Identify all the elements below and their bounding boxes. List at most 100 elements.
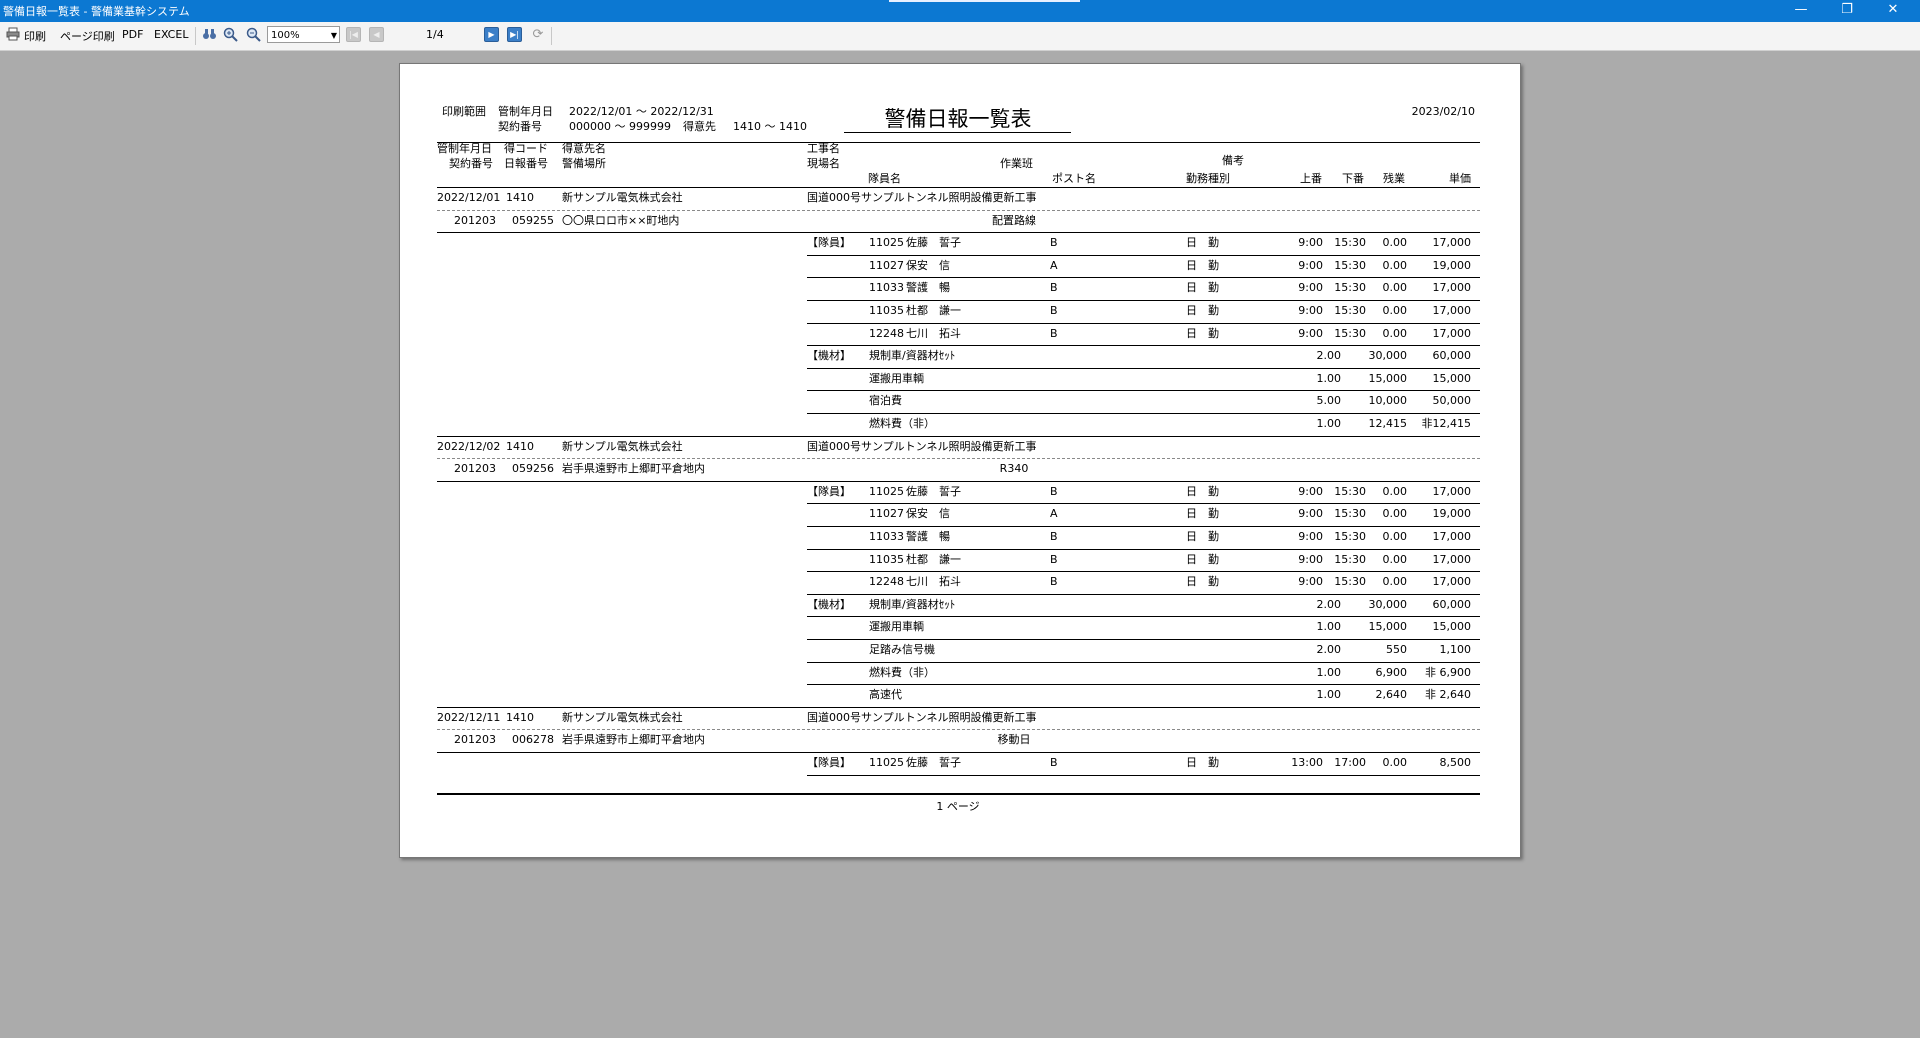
member-post: B <box>1050 236 1058 250</box>
minimize-button[interactable]: — <box>1778 0 1824 22</box>
member-end: 15:30 <box>1334 530 1366 543</box>
equipment-name: 宿泊費 <box>869 394 902 408</box>
equipment-amount: 60,000 <box>1432 349 1472 363</box>
equipment-row-rule <box>807 390 1480 392</box>
member-post: B <box>1050 552 1058 566</box>
header-top-rule <box>437 142 1480 143</box>
excel-button[interactable]: EXCEL <box>154 28 188 41</box>
group-location: 〇〇県ロロ市××町地内 <box>562 213 680 227</box>
member-name: 佐藤 誓子 <box>906 236 961 250</box>
group-rule <box>437 706 1480 708</box>
member-name: 杜都 謙一 <box>906 552 961 566</box>
member-end: 15:30 <box>1334 484 1366 498</box>
member-end: 17:00 <box>1334 756 1366 769</box>
report-page: 印刷範囲 管制年月日 2022/12/01 ～ 2022/12/31 契約番号 … <box>399 63 1521 858</box>
window-title: 警備日報一覧表 - 警備業基幹システム <box>3 5 190 18</box>
equipment-unit-price: 15,000 <box>1368 371 1408 385</box>
group-date: 2022/12/11 <box>437 710 501 724</box>
print-button[interactable]: 印刷 <box>24 28 46 44</box>
group-contract-no: 201203 <box>454 733 496 747</box>
member-row-rule <box>807 526 1480 527</box>
member-row-rule <box>807 548 1480 550</box>
zoom-out-icon[interactable] <box>245 27 261 43</box>
equipment-qty: 1.00 <box>1316 417 1342 430</box>
member-work-type: 日 勤 <box>1186 258 1219 272</box>
equipment-qty: 2.00 <box>1316 643 1342 656</box>
member-name: 警護 暢 <box>906 281 950 295</box>
member-unit-price: 17,000 <box>1432 236 1472 250</box>
equipment-qty: 1.00 <box>1316 371 1342 385</box>
equipment-unit-price: 12,415 <box>1368 417 1408 430</box>
first-page-icon[interactable]: |◀ <box>346 27 361 42</box>
printer-icon[interactable] <box>5 27 21 43</box>
last-page-icon[interactable]: ▶| <box>507 27 522 42</box>
zoom-select[interactable]: 100% ▼ <box>267 26 340 43</box>
group-customer-code: 1410 <box>506 191 534 204</box>
member-category: 【隊員】 <box>807 236 851 250</box>
member-id: 11033 <box>869 281 904 295</box>
member-name: 佐藤 誓子 <box>906 756 961 769</box>
member-name: 警護 暢 <box>906 530 950 543</box>
footer-rule <box>437 793 1480 795</box>
equipment-qty: 1.00 <box>1316 688 1342 702</box>
member-work-type: 日 勤 <box>1186 326 1219 340</box>
member-start: 9:00 <box>1298 326 1323 340</box>
toolbar-separator <box>195 27 196 45</box>
header-unit-price: 単価 <box>1449 172 1471 185</box>
close-button[interactable]: ✕ <box>1870 0 1916 22</box>
header-remarks: 備考 <box>1222 154 1244 167</box>
member-start: 9:00 <box>1298 304 1323 317</box>
header-site: 現場名 <box>807 157 840 170</box>
range-contract-value: 000000 ～ 999999 <box>569 120 671 133</box>
equipment-category: 【機材】 <box>807 597 851 611</box>
member-unit-price: 17,000 <box>1432 552 1472 566</box>
zoom-in-icon[interactable] <box>222 27 238 43</box>
range-period-label: 管制年月日 <box>498 105 553 118</box>
binoculars-icon[interactable] <box>201 27 217 43</box>
member-start: 9:00 <box>1298 552 1323 566</box>
equipment-row-rule <box>807 345 1480 347</box>
equipment-amount: 60,000 <box>1432 597 1472 611</box>
member-start: 13:00 <box>1291 756 1323 769</box>
member-unit-price: 17,000 <box>1432 304 1472 317</box>
pdf-button[interactable]: PDF <box>122 28 143 41</box>
member-end: 15:30 <box>1334 575 1366 589</box>
member-post: B <box>1050 575 1058 589</box>
member-work-type: 日 勤 <box>1186 304 1219 317</box>
page-print-button[interactable]: ページ印刷 <box>60 28 115 44</box>
prev-page-icon[interactable]: ◀ <box>369 27 384 42</box>
next-page-icon[interactable]: ▶ <box>484 27 499 42</box>
member-name: 七川 拓斗 <box>906 326 961 340</box>
header-member: 隊員名 <box>868 172 901 185</box>
group-subrule <box>437 209 1480 211</box>
toolbar: 印刷 ページ印刷 PDF EXCEL 100% ▼ |◀ ◀ 1/4 ▶ ▶| … <box>0 22 1920 51</box>
member-post: B <box>1050 530 1058 543</box>
group-customer-name: 新サンプル電気株式会社 <box>562 191 683 204</box>
member-unit-price: 17,000 <box>1432 575 1472 589</box>
group-rule <box>437 435 1480 437</box>
title-bar: 警備日報一覧表 - 警備業基幹システム — ❐ ✕ <box>0 0 1920 22</box>
group-location: 岩手県遠野市上郷町平倉地内 <box>562 733 705 747</box>
equipment-unit-price: 30,000 <box>1368 597 1408 611</box>
equipment-row-rule <box>807 367 1480 369</box>
member-id: 11033 <box>869 530 904 543</box>
equipment-name: 燃料費（非） <box>869 665 935 679</box>
member-post: B <box>1050 756 1058 769</box>
refresh-icon[interactable]: ⟳ <box>530 27 546 43</box>
member-end: 15:30 <box>1334 281 1366 295</box>
restore-button[interactable]: ❐ <box>1824 0 1870 22</box>
header-work-type: 勤務種別 <box>1186 172 1230 185</box>
member-name: 七川 拓斗 <box>906 575 961 589</box>
member-overtime: 0.00 <box>1382 484 1408 498</box>
group-site: R340 <box>999 462 1029 476</box>
member-unit-price: 19,000 <box>1432 507 1472 521</box>
member-overtime: 0.00 <box>1382 507 1408 521</box>
group-site: 配置路線 <box>992 213 1036 227</box>
equipment-qty: 2.00 <box>1316 349 1342 363</box>
equipment-row-rule <box>807 616 1480 618</box>
member-work-type: 日 勤 <box>1186 507 1219 521</box>
equipment-qty: 1.00 <box>1316 665 1342 679</box>
group-project: 国道000号サンプルトンネル照明設備更新工事 <box>807 191 1037 204</box>
member-id: 11025 <box>869 484 904 498</box>
header-customer-name: 得意先名 <box>562 142 606 155</box>
